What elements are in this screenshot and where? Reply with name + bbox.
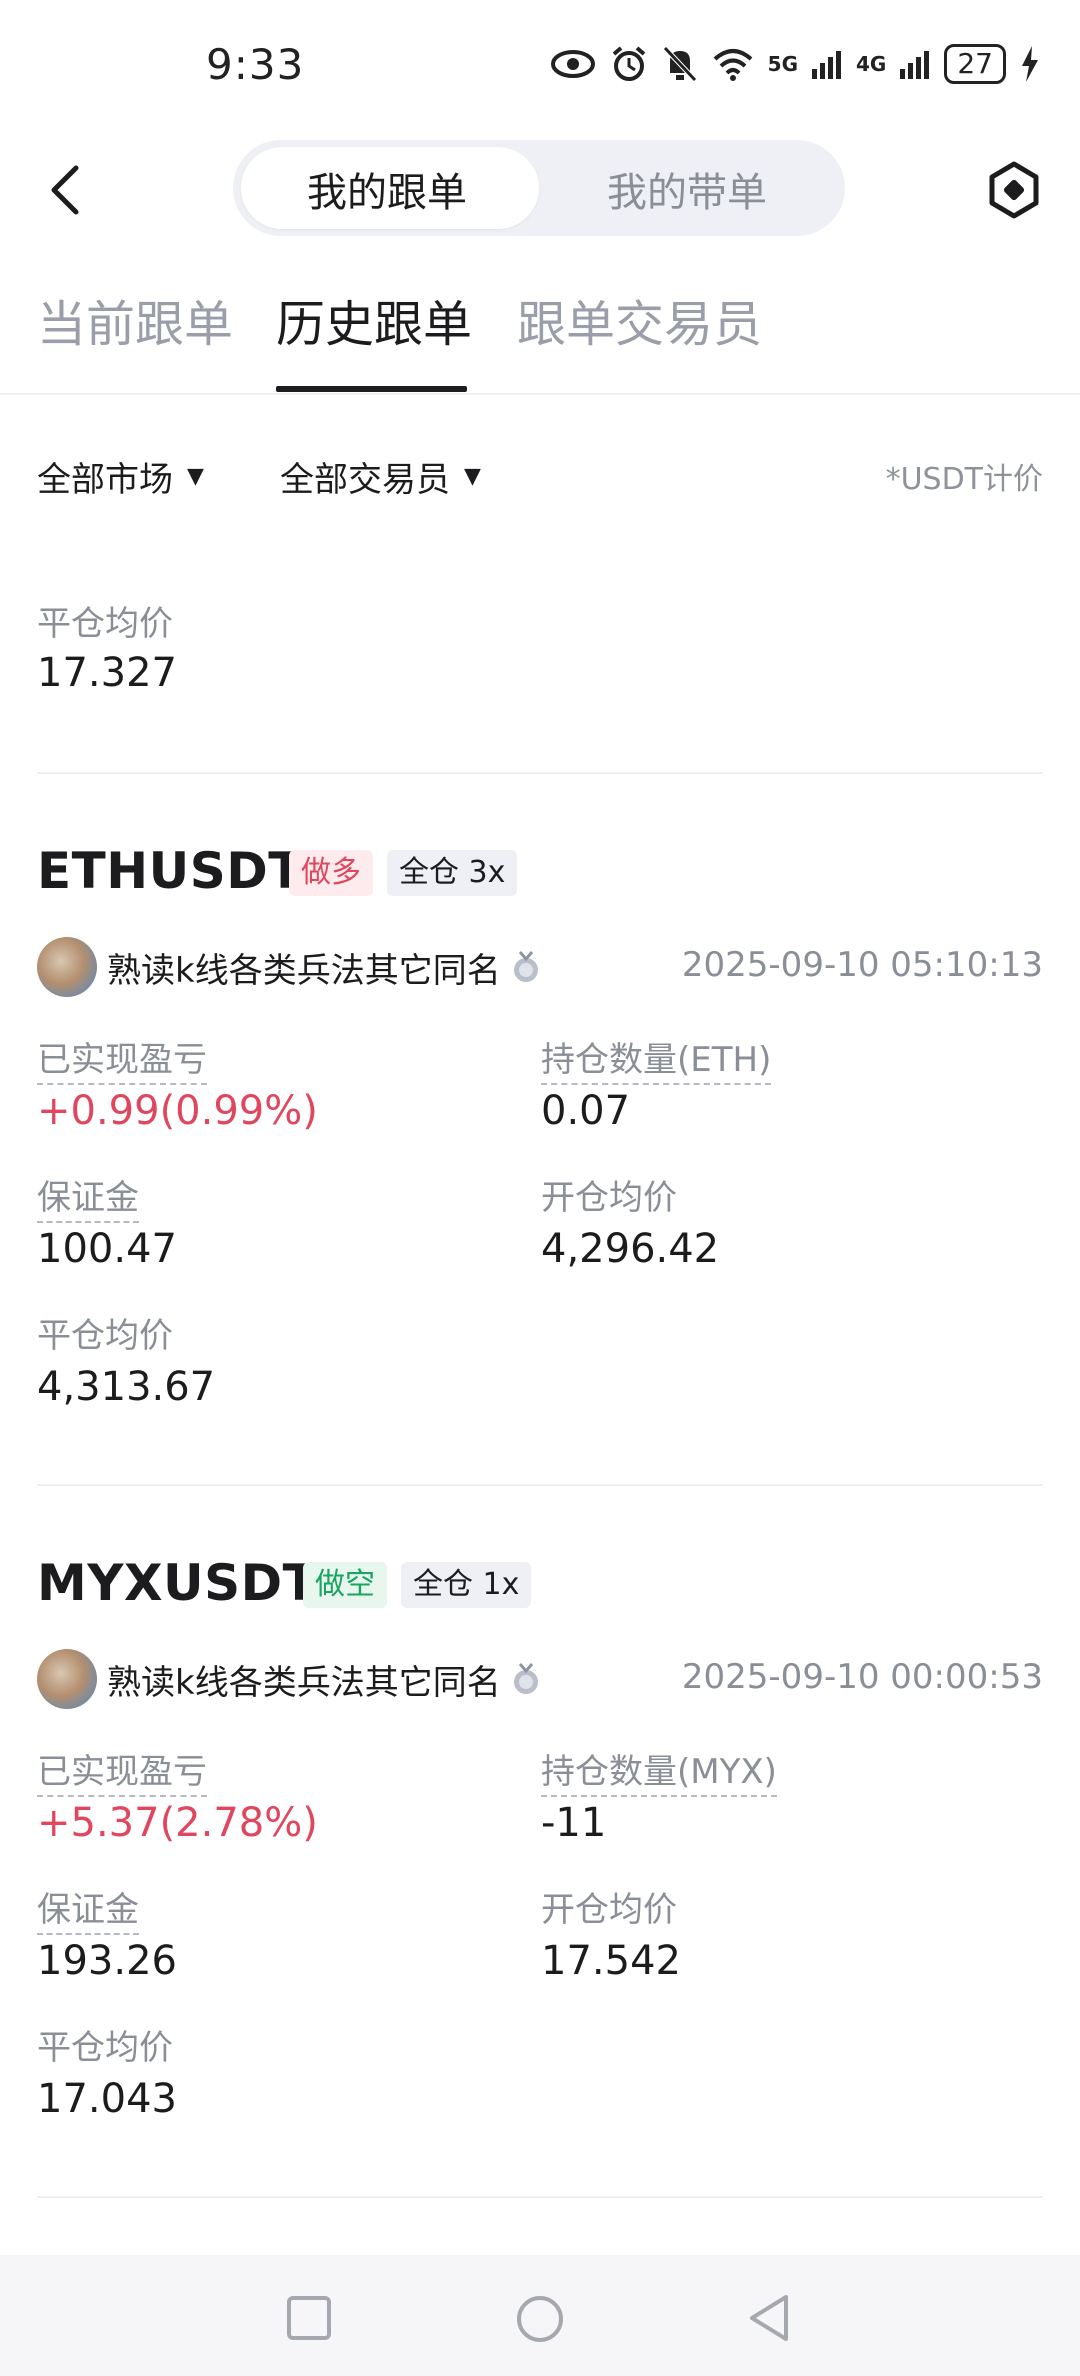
triangle-back-icon[interactable] — [746, 2293, 792, 2343]
card-divider — [37, 772, 1043, 774]
trader-row[interactable]: 熟读k线各类兵法其它同名 — [37, 1649, 541, 1709]
filter-trader[interactable]: 全部交易员 ▼ — [280, 452, 481, 501]
order-time: 2025-09-10 05:10:13 — [681, 945, 1043, 985]
wifi-icon — [713, 49, 752, 81]
eye-icon — [550, 50, 595, 78]
signal-bars-icon — [900, 51, 930, 79]
tabs-divider — [0, 393, 1080, 395]
circle-icon[interactable] — [516, 2295, 564, 2343]
open-price-value: 4,296.42 — [541, 1226, 720, 1272]
system-nav-bar — [0, 2255, 1080, 2376]
trader-name: 熟读k线各类兵法其它同名 — [107, 1662, 501, 1703]
filter-market[interactable]: 全部市场 ▼ — [37, 452, 204, 501]
hexagon-settings-icon — [989, 161, 1039, 219]
trader-name: 熟读k线各类兵法其它同名 — [107, 950, 501, 991]
charging-icon — [1022, 46, 1038, 82]
trader-row[interactable]: 熟读k线各类兵法其它同名 — [37, 937, 541, 997]
medal-icon — [513, 1663, 538, 1694]
side-tag: 做多 — [289, 850, 373, 896]
open-price-value: 17.542 — [541, 1938, 681, 1984]
open-price-label: 开仓均价 — [541, 1890, 677, 1930]
realized-pnl-value: +0.99(0.99%) — [37, 1088, 318, 1134]
close-price-label: 平仓均价 — [37, 1316, 173, 1356]
order-card[interactable] — [37, 840, 1043, 1440]
avatar — [37, 1649, 97, 1709]
realized-pnl-value: +5.37(2.78%) — [37, 1800, 318, 1846]
position-qty-value: 0.07 — [541, 1088, 631, 1134]
tab-history-copy[interactable]: 历史跟单 — [276, 285, 472, 356]
close-price-value: 17.327 — [37, 650, 177, 696]
signal-bars-icon — [812, 51, 842, 79]
settings-button[interactable] — [984, 160, 1044, 220]
margin-value: 100.47 — [37, 1226, 177, 1272]
order-symbol: MYXUSDT — [37, 1554, 318, 1612]
tab-copy-traders[interactable]: 跟单交易员 — [517, 285, 762, 356]
segment-my-lead[interactable]: 我的带单 — [607, 160, 767, 218]
position-qty-label[interactable]: 持仓数量(MYX) — [541, 1744, 777, 1797]
battery-indicator: 27 — [944, 44, 1006, 84]
alarm-icon — [612, 46, 645, 81]
close-price-value: 17.043 — [37, 2076, 177, 2122]
side-tag: 做空 — [303, 1562, 387, 1608]
realized-pnl-label[interactable]: 已实现盈亏 — [37, 1744, 207, 1797]
square-icon[interactable] — [286, 2295, 332, 2341]
segment-my-copy[interactable]: 我的跟单 — [307, 160, 467, 218]
margin-value: 193.26 — [37, 1938, 177, 1984]
filter-trader-label: 全部交易员 — [280, 460, 450, 500]
filter-market-label: 全部市场 — [37, 460, 173, 500]
margin-label[interactable]: 保证金 — [37, 1170, 139, 1223]
close-price-label: 平仓均价 — [37, 604, 173, 644]
order-symbol: ETHUSDT — [37, 842, 303, 900]
margin-mode-tag: 全仓 1x — [401, 1562, 532, 1608]
caret-down-icon: ▼ — [187, 464, 204, 489]
tab-current-copy[interactable]: 当前跟单 — [37, 285, 233, 356]
order-card[interactable] — [37, 1552, 1043, 2152]
chevron-left-icon — [51, 165, 79, 215]
status-icons: 5G 4G 27 — [550, 44, 1040, 84]
signal-5g-label: 5G — [767, 52, 799, 76]
pricing-note: *USDT计价 — [885, 462, 1043, 497]
margin-mode-tag: 全仓 3x — [387, 850, 518, 896]
order-time: 2025-09-10 00:00:53 — [681, 1657, 1043, 1697]
caret-down-icon: ▼ — [464, 464, 481, 489]
back-button[interactable] — [44, 160, 88, 220]
card-divider — [37, 2196, 1043, 2198]
position-qty-label[interactable]: 持仓数量(ETH) — [541, 1032, 772, 1085]
medal-icon — [513, 951, 538, 982]
close-price-value: 4,313.67 — [37, 1364, 216, 1410]
close-price-label: 平仓均价 — [37, 2028, 173, 2068]
margin-label[interactable]: 保证金 — [37, 1882, 139, 1935]
realized-pnl-label[interactable]: 已实现盈亏 — [37, 1032, 207, 1085]
open-price-label: 开仓均价 — [541, 1178, 677, 1218]
card-divider — [37, 1484, 1043, 1486]
position-qty-value: -11 — [541, 1800, 607, 1846]
tab-active-indicator — [276, 386, 467, 392]
status-time: 9:33 — [206, 40, 305, 89]
avatar — [37, 937, 97, 997]
signal-4g-label: 4G — [856, 52, 887, 76]
bell-off-icon — [662, 46, 697, 82]
